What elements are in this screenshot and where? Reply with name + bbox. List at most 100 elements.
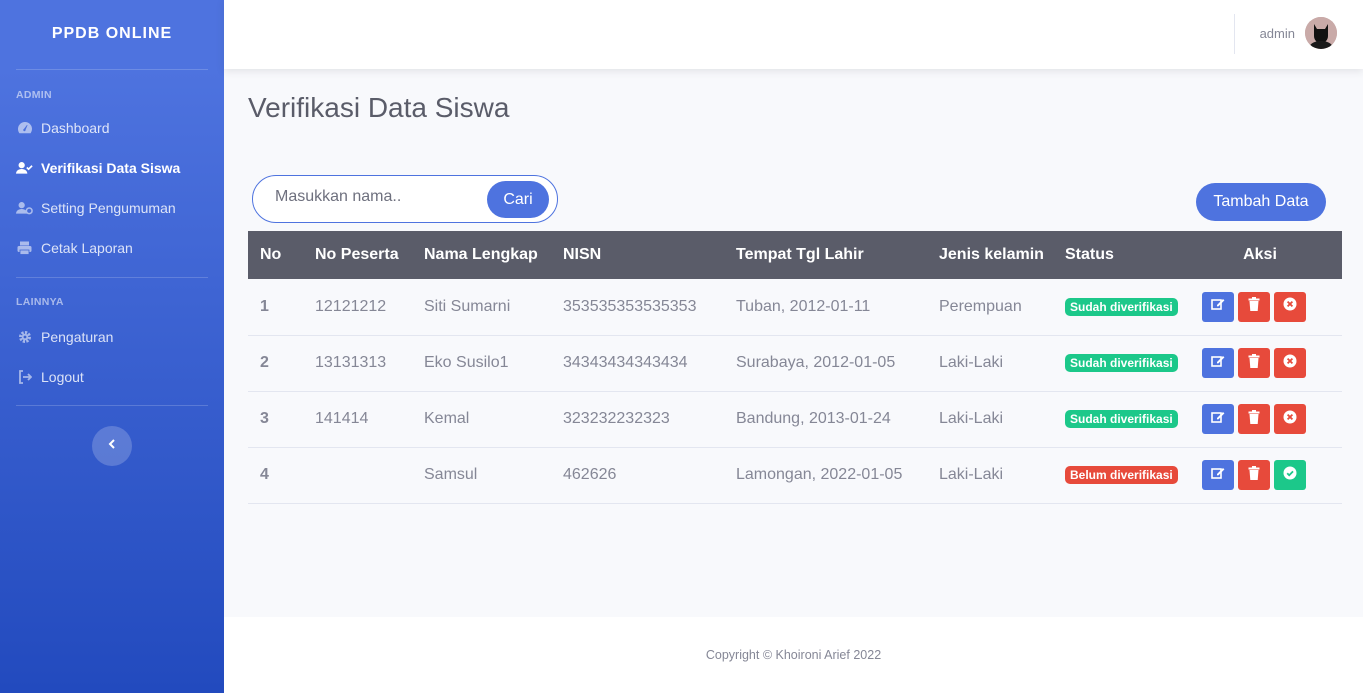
cell-status: Sudah diverifikasi (1053, 335, 1178, 392)
cell-jenis-kelamin: Laki-Laki (927, 335, 1053, 392)
trash-icon (1248, 465, 1260, 485)
table-header-row: No No Peserta Nama Lengkap NISN Tempat T… (248, 231, 1342, 279)
sidebar-heading-admin: ADMIN (16, 89, 52, 101)
users-cog-icon (16, 200, 33, 217)
trash-icon (1248, 353, 1260, 373)
cell-status: Sudah diverifikasi (1053, 391, 1178, 448)
unverify-button[interactable] (1274, 291, 1306, 322)
delete-button[interactable] (1238, 404, 1270, 434)
cell-no: 2 (248, 335, 303, 392)
trash-icon (1248, 409, 1260, 429)
logout-icon (16, 369, 33, 386)
edit-button[interactable] (1202, 404, 1234, 434)
cell-nisn: 323232232323 (551, 391, 724, 448)
cell-ttl: Surabaya, 2012-01-05 (724, 335, 927, 392)
students-table: No No Peserta Nama Lengkap NISN Tempat T… (248, 231, 1342, 504)
topbar: admin (224, 0, 1363, 69)
table-row: 1 12121212 Siti Sumarni 353535353535353 … (248, 279, 1342, 336)
avatar[interactable] (1305, 17, 1337, 49)
cell-ttl: Lamongan, 2022-01-05 (724, 447, 927, 504)
cell-jenis-kelamin: Laki-Laki (927, 447, 1053, 504)
table-row: 2 13131313 Eko Susilo1 34343434343434 Su… (248, 335, 1342, 392)
sidebar-item-label: Verifikasi Data Siswa (41, 160, 181, 176)
edit-icon (1211, 410, 1225, 429)
sidebar-heading-lainnya: LAINNYA (16, 296, 64, 308)
cell-nama: Samsul (412, 447, 551, 504)
sidebar-item-logout[interactable]: Logout (0, 357, 224, 397)
delete-button[interactable] (1238, 460, 1270, 490)
table-row: 3 141414 Kemal 323232232323 Bandung, 201… (248, 391, 1342, 448)
cell-aksi (1178, 447, 1342, 504)
sidebar-item-label: Cetak Laporan (41, 240, 133, 256)
cell-no: 1 (248, 279, 303, 336)
trash-icon (1248, 297, 1260, 316)
cell-nisn: 462626 (551, 447, 724, 504)
user-menu[interactable]: admin (1260, 17, 1337, 49)
user-check-icon (16, 160, 33, 177)
unverify-button[interactable] (1274, 348, 1306, 378)
topbar-divider (1234, 14, 1235, 54)
sidebar-item-label: Logout (41, 369, 84, 385)
column-header: Nama Lengkap (424, 246, 538, 263)
cell-ttl: Tuban, 2012-01-11 (724, 279, 927, 336)
brand-title[interactable]: PPDB ONLINE (0, 0, 224, 68)
column-header: NISN (563, 246, 602, 263)
delete-button[interactable] (1238, 348, 1270, 378)
column-header: Jenis kelamin (939, 246, 1044, 263)
sidebar-item-setting-pengumuman[interactable]: Setting Pengumuman (0, 188, 224, 228)
cell-aksi (1178, 391, 1342, 448)
username-label: admin (1259, 25, 1295, 41)
check-circle-icon (1283, 466, 1297, 485)
cell-nama: Siti Sumarni (412, 279, 551, 336)
cell-jenis-kelamin: Laki-Laki (927, 391, 1053, 448)
sidebar: PPDB ONLINE ADMIN Dashboard Verifikasi D… (0, 0, 224, 693)
unverify-button[interactable] (1274, 404, 1306, 434)
sidebar-item-label: Dashboard (41, 120, 110, 136)
column-header: Aksi (1243, 246, 1277, 263)
table-row: 4 Samsul 462626 Lamongan, 2022-01-05 Lak… (248, 447, 1342, 504)
sidebar-divider (16, 277, 208, 278)
sidebar-item-pengaturan[interactable]: Pengaturan (0, 317, 224, 357)
cell-no-peserta: 13131313 (303, 335, 412, 392)
cell-nisn: 353535353535353 (551, 279, 724, 336)
edit-button[interactable] (1202, 291, 1234, 322)
edit-button[interactable] (1202, 348, 1234, 378)
footer: Copyright © Khoironi Arief 2022 (224, 617, 1363, 693)
cell-nisn: 34343434343434 (551, 335, 724, 392)
sidebar-toggle-button[interactable] (92, 426, 132, 466)
sidebar-item-dashboard[interactable]: Dashboard (0, 108, 224, 148)
cell-nama: Eko Susilo1 (412, 335, 551, 392)
search-button[interactable]: Cari (487, 181, 549, 218)
tachometer-icon (16, 120, 33, 137)
cell-aksi (1178, 335, 1342, 392)
status-badge: Sudah diverifikasi (1065, 354, 1178, 372)
cell-no: 3 (248, 391, 303, 448)
sidebar-item-label: Setting Pengumuman (41, 200, 176, 216)
edit-icon (1211, 466, 1225, 485)
delete-button[interactable] (1238, 291, 1270, 322)
sidebar-item-verifikasi[interactable]: Verifikasi Data Siswa (0, 148, 224, 188)
status-badge: Sudah diverifikasi (1065, 297, 1178, 316)
sidebar-divider (16, 69, 208, 70)
cell-status: Belum diverifikasi (1053, 447, 1178, 504)
cell-status: Sudah diverifikasi (1053, 279, 1178, 336)
times-circle-icon (1283, 297, 1297, 316)
print-icon (16, 240, 33, 257)
sidebar-item-cetak-laporan[interactable]: Cetak Laporan (0, 228, 224, 268)
cell-no-peserta: 12121212 (303, 279, 412, 336)
edit-button[interactable] (1202, 460, 1234, 490)
cell-no: 4 (248, 447, 303, 504)
sidebar-divider (16, 405, 208, 406)
cell-no-peserta (303, 447, 412, 504)
add-data-button[interactable]: Tambah Data (1196, 183, 1326, 221)
gear-icon (16, 329, 33, 346)
cell-jenis-kelamin: Perempuan (927, 279, 1053, 336)
status-badge: Belum diverifikasi (1065, 466, 1178, 484)
verify-button[interactable] (1274, 460, 1306, 490)
page-title: Verifikasi Data Siswa (248, 92, 510, 123)
column-header: Status (1065, 246, 1114, 263)
search-input[interactable] (275, 188, 475, 206)
cell-aksi (1178, 279, 1342, 336)
search-box: Cari (252, 175, 558, 223)
column-header: No Peserta (315, 246, 399, 263)
